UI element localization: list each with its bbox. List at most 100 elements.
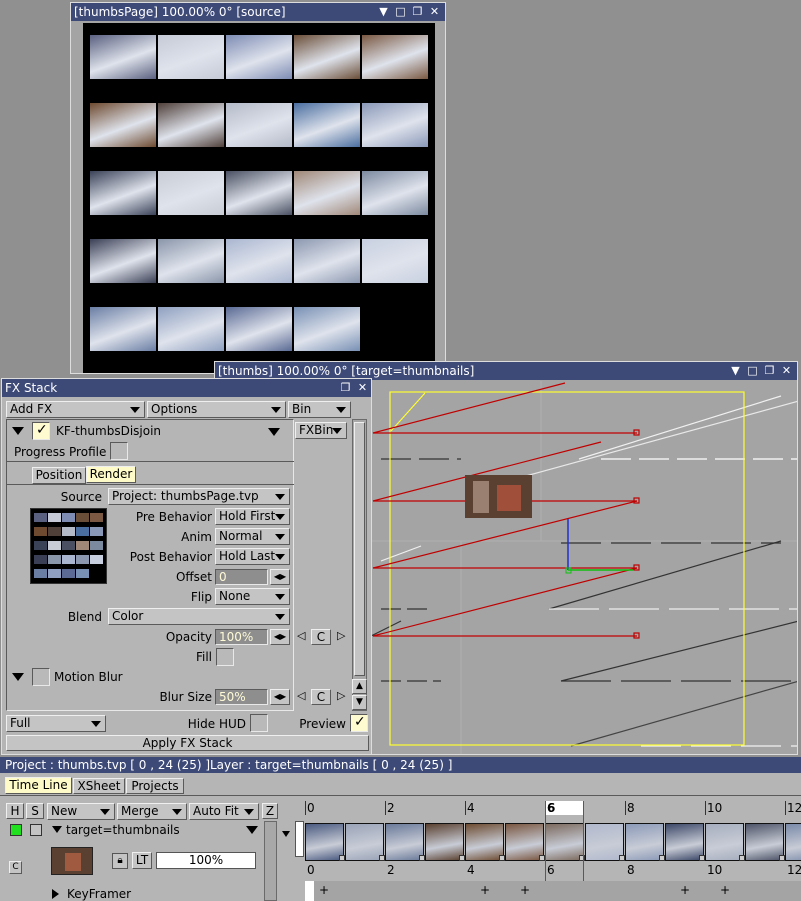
autofit-dropdown[interactable]: Auto Fit [189,803,259,820]
scrollbar[interactable] [352,419,367,711]
lt-button[interactable]: LT [132,852,152,869]
close-icon[interactable]: ✕ [356,381,369,395]
effect-enabled-checkbox[interactable] [32,422,50,440]
timeline-frame[interactable] [785,823,801,861]
offset-spinner[interactable]: ◀▶ [270,569,290,585]
menu-arrow-icon[interactable]: ▼ [729,364,742,378]
timeline-ruler[interactable]: 6 0 0 2 2 4 4 6 6 8 8 10 10 12 12 + + + + + [279,797,801,901]
opacity-prev-key-icon[interactable]: ◁ [297,629,305,642]
layer-solo-toggle[interactable] [30,824,42,836]
thumbs-page-window[interactable]: [thumbsPage] 100.00% 0° [source] ▼ □ ❐ ✕ [70,2,446,374]
keyframe-marker[interactable]: + [680,883,690,897]
blur-next-key-icon[interactable]: ▷ [337,689,345,702]
motion-blur-checkbox[interactable] [32,668,50,686]
close-icon[interactable]: ✕ [428,5,441,19]
col-s-header[interactable]: S [26,803,44,819]
quality-dropdown[interactable]: Full [6,715,106,732]
ruler-label: 6 [547,863,555,877]
restore-icon[interactable]: ❐ [411,5,424,19]
keyframe-marker[interactable]: + [520,883,530,897]
preview-label: Preview [299,717,346,731]
layer-status: Layer : target=thumbnails [ 0 , 24 (25) … [210,758,453,772]
keyframe-marker[interactable]: + [720,883,730,897]
source-preview-image [34,513,103,578]
thumbs-page-title: [thumbsPage] 100.00% 0° [source] [74,5,286,19]
blur-size-spinner[interactable]: ◀▶ [270,689,290,705]
flip-dropdown[interactable]: None [215,588,290,605]
ruler-tick [305,801,306,815]
new-dropdown[interactable]: New [47,803,115,820]
collapse-triangle-icon[interactable] [12,427,24,435]
opacity-field[interactable]: 100% [215,629,268,645]
tab-time-line[interactable]: Time Line [5,777,72,794]
thumbnail-image [294,307,360,351]
tab-xsheet[interactable]: XSheet [73,778,125,794]
source-dropdown[interactable]: Project: thumbsPage.tvp [108,488,290,505]
ruler-label: 8 [627,863,635,877]
tab-render[interactable]: Render [86,466,136,483]
close-icon[interactable]: ✕ [780,364,793,378]
progress-profile-checkbox[interactable] [110,442,128,460]
blend-dropdown[interactable]: Color [108,608,290,625]
options-dropdown[interactable]: Options [147,401,286,418]
merge-dropdown[interactable]: Merge [117,803,187,820]
mini-thumbnail [34,569,47,578]
scroll-down-button[interactable]: ▼ [352,695,367,710]
fill-label: Fill [195,650,212,664]
mini-thumbnail [62,569,75,578]
ruler-label: 4 [467,863,475,877]
post-behavior-dropdown[interactable]: Hold Last [215,548,290,565]
blur-size-field[interactable]: 50% [215,689,268,705]
thumbnail-image [90,35,156,79]
opacity-c-button[interactable]: C [311,629,331,645]
blur-c-button[interactable]: C [311,689,331,705]
tab-position[interactable]: Position [32,467,86,484]
scrollbar-thumb[interactable] [354,422,365,676]
fx-stack-panel[interactable]: FX Stack ❐ ✕ Add FX Options Bin KF-thumb… [1,378,372,755]
restore-icon[interactable]: ❐ [763,364,776,378]
opacity-next-key-icon[interactable]: ▷ [337,629,345,642]
keyframe-marker[interactable]: + [319,883,329,897]
restore-icon[interactable]: ❐ [339,381,352,395]
thumbnail-image [226,171,292,215]
keyframe-marker[interactable]: + [480,883,490,897]
opacity-spinner[interactable]: ◀▶ [270,629,290,645]
ruler-tick [465,801,466,815]
tab-projects[interactable]: Projects [126,778,184,794]
fill-checkbox[interactable] [216,648,234,666]
ruler-label: 10 [707,863,723,877]
thumbnail-image [294,103,360,147]
layer-visible-toggle[interactable] [10,824,22,836]
scroll-up-button[interactable]: ▲ [352,679,367,694]
hide-hud-checkbox[interactable] [250,714,268,732]
progress-profile-label: Progress Profile [14,445,107,459]
pre-behavior-dropdown[interactable]: Hold First [215,508,290,525]
menu-arrow-icon[interactable]: ▼ [377,5,390,19]
effect-menu-arrow-icon[interactable] [268,428,280,436]
minimize-icon[interactable]: □ [394,5,407,19]
fxbin-dropdown[interactable]: FXBin [295,422,347,439]
bin-dropdown[interactable]: Bin [288,401,351,418]
minimize-icon[interactable]: □ [746,364,759,378]
offset-field[interactable]: 0 [215,569,268,585]
apply-fx-stack-button[interactable]: Apply FX Stack [6,735,369,751]
layer-menu-arrow-icon[interactable] [246,826,258,834]
playhead-marker-icon[interactable] [282,831,290,837]
layer-scrollbar[interactable] [264,821,277,901]
blur-prev-key-icon[interactable]: ◁ [297,689,305,702]
motion-blur-triangle-icon[interactable] [12,673,24,681]
thumbnail-image [158,103,224,147]
timeline-panel[interactable]: Time Line XSheet Projects H S New Merge … [0,773,801,901]
col-z-header[interactable]: Z [262,803,278,819]
keyframer-triangle-icon[interactable] [52,889,59,899]
thumbnail-image [294,171,360,215]
thumbnail-image [226,307,292,351]
anim-dropdown[interactable]: Normal [215,528,290,545]
preview-checkbox[interactable] [350,714,368,732]
layer-expand-triangle-icon[interactable] [52,826,62,833]
col-h-header[interactable]: H [6,803,24,819]
layer-opacity-field[interactable]: 100% [156,852,256,869]
add-fx-dropdown[interactable]: Add FX [6,401,145,418]
lock-icon[interactable]: 🔒︎ [112,853,128,869]
fx-stack-titlebar[interactable]: FX Stack [2,379,371,397]
